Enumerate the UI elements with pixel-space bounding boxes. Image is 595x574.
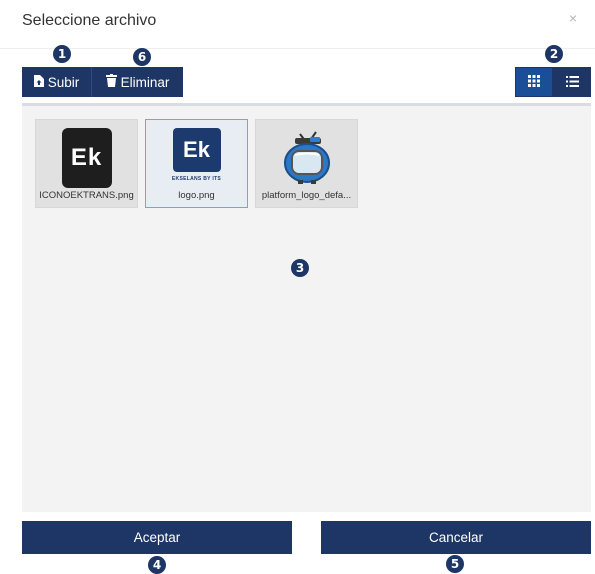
annotation-badge-6: 6	[133, 48, 151, 66]
upload-file-icon	[33, 74, 44, 90]
file-item[interactable]: Ek ICONOEKTRANS.png	[35, 119, 138, 208]
file-item-selected[interactable]: Ek EKSELANS BY ITS logo.png	[145, 119, 248, 208]
ek-logo-image: Ek	[172, 128, 221, 172]
close-icon[interactable]: ×	[569, 10, 577, 26]
list-icon	[565, 75, 579, 90]
annotation-badge-4: 4	[148, 556, 166, 574]
trash-icon	[105, 74, 117, 90]
ek-logo-image: Ek	[61, 128, 112, 188]
file-name: ICONOEKTRANS.png	[39, 190, 134, 201]
file-browser-panel[interactable]: Ek ICONOEKTRANS.png Ek EKSELANS BY ITS l…	[22, 106, 591, 512]
delete-button[interactable]: Eliminar	[92, 67, 183, 97]
cancel-button[interactable]: Cancelar	[321, 521, 591, 554]
upload-label: Subir	[47, 74, 80, 90]
upload-button[interactable]: Subir	[22, 67, 92, 97]
file-item[interactable]: platform_logo_defa...	[255, 119, 358, 208]
file-thumbnail: Ek	[36, 128, 137, 188]
list-view-button[interactable]	[553, 67, 591, 97]
grid-icon	[528, 74, 540, 90]
annotation-badge-1: 1	[53, 45, 71, 63]
file-name: logo.png	[178, 190, 215, 201]
file-name: platform_logo_defa...	[261, 190, 352, 201]
annotation-badge-3: 3	[291, 259, 309, 277]
accept-button[interactable]: Aceptar	[22, 521, 292, 554]
grid-view-button[interactable]	[515, 67, 553, 97]
file-thumbnail: Ek EKSELANS BY ITS	[146, 128, 247, 188]
file-thumbnail	[256, 128, 357, 188]
annotation-badge-5: 5	[446, 555, 464, 573]
dialog-title: Seleccione archivo	[22, 12, 157, 29]
logo-subtext: EKSELANS BY ITS	[171, 176, 222, 182]
header-divider	[0, 48, 595, 49]
annotation-badge-2: 2	[545, 45, 563, 63]
delete-label: Eliminar	[120, 74, 170, 90]
tv-logo-icon	[278, 128, 336, 188]
